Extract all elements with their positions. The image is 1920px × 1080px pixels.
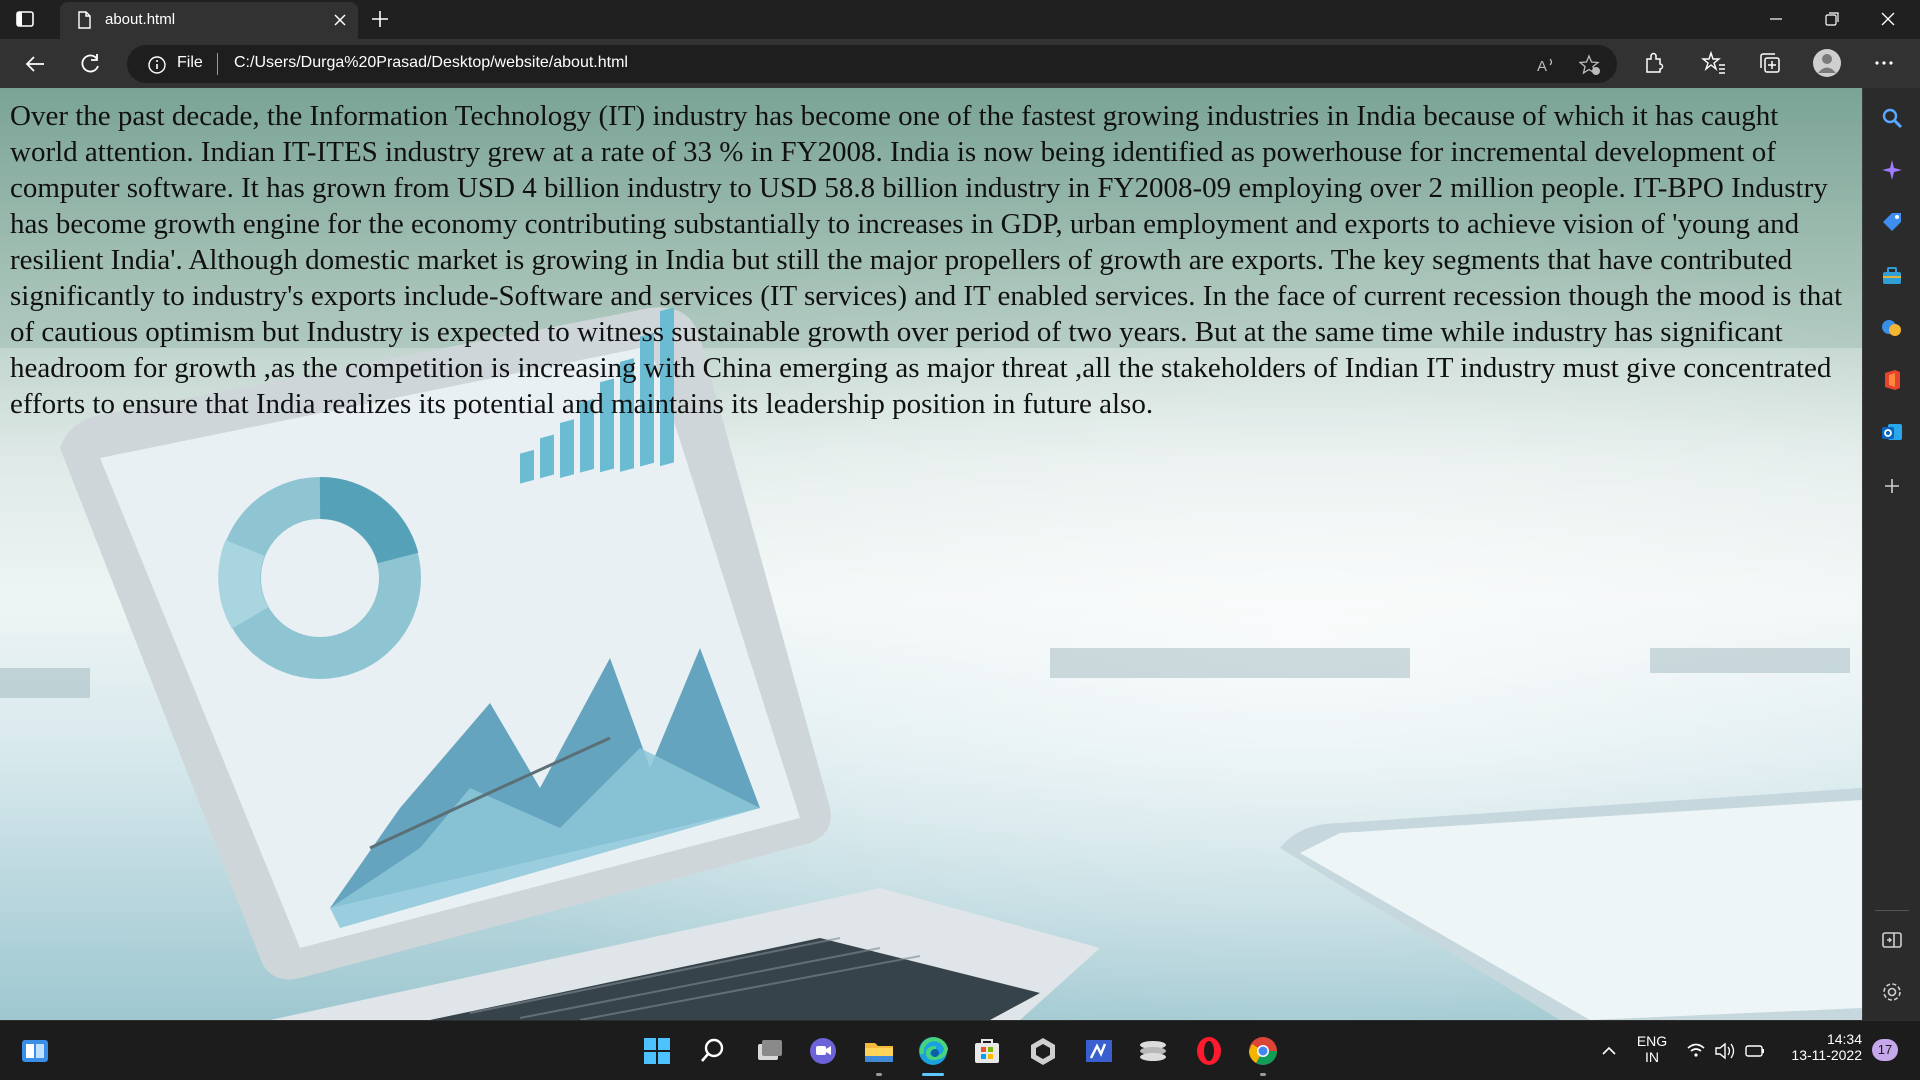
unity-icon[interactable] (1026, 1034, 1060, 1068)
widgets-icon[interactable] (18, 1034, 52, 1068)
minimize-button[interactable] (1748, 0, 1804, 39)
add-icon[interactable] (1880, 474, 1904, 498)
restore-button[interactable] (1804, 0, 1860, 39)
tab-title: about.html (105, 11, 176, 28)
system-tray[interactable] (1684, 1036, 1772, 1066)
region-code: IN (1645, 1049, 1659, 1065)
extensions-icon[interactable] (1640, 49, 1668, 77)
close-window-button[interactable] (1860, 0, 1916, 39)
start-icon[interactable] (640, 1034, 674, 1068)
office-icon[interactable] (1880, 368, 1904, 392)
search-icon[interactable] (696, 1034, 730, 1068)
sidebar-divider (1875, 910, 1909, 911)
new-tab-button[interactable] (368, 7, 392, 31)
url-scheme: File (177, 54, 203, 71)
edge-icon[interactable] (916, 1034, 950, 1068)
tab-strip: about.html (0, 0, 1920, 39)
split-screen-icon[interactable] (1880, 928, 1904, 952)
clock-time: 14:34 (1826, 1031, 1862, 1047)
language-indicator[interactable]: ENG IN (1632, 1033, 1672, 1065)
stack-icon[interactable] (1136, 1034, 1170, 1068)
read-aloud-icon[interactable]: A (1535, 54, 1557, 76)
tools-icon[interactable] (1880, 264, 1904, 288)
navigation-bar: File C:/Users/Durga%20Prasad/Desktop/web… (0, 39, 1920, 88)
settings-icon[interactable] (1880, 980, 1904, 1004)
file-explorer-icon[interactable] (862, 1034, 896, 1068)
notification-badge[interactable]: 17 (1872, 1039, 1898, 1061)
divider (217, 53, 218, 75)
site-info-icon[interactable] (147, 55, 167, 75)
page-viewport: Over the past decade, the Information Te… (0, 88, 1862, 1020)
language-code: ENG (1636, 1033, 1668, 1049)
more-icon[interactable] (1870, 49, 1898, 77)
favorites-icon[interactable] (1700, 49, 1728, 77)
teams-chat-icon[interactable] (806, 1034, 840, 1068)
refresh-button[interactable] (75, 49, 105, 79)
games-icon[interactable] (1880, 316, 1904, 340)
chrome-icon[interactable] (1246, 1034, 1280, 1068)
clock-date: 13-11-2022 (1791, 1047, 1862, 1063)
outlook-icon[interactable] (1880, 420, 1904, 444)
active-app-indicator (922, 1073, 944, 1076)
app-icon[interactable] (1082, 1034, 1116, 1068)
chevron-up-icon[interactable] (1594, 1036, 1624, 1066)
opera-icon[interactable] (1192, 1034, 1226, 1068)
collections-icon[interactable] (1756, 49, 1784, 77)
shopping-icon[interactable] (1880, 210, 1904, 234)
url-text[interactable]: C:/Users/Durga%20Prasad/Desktop/website/… (234, 54, 628, 72)
store-icon[interactable] (970, 1034, 1004, 1068)
profile-icon[interactable] (1812, 48, 1841, 77)
taskbar: ENG IN 14:34 13-11-2022 (0, 1020, 1920, 1080)
tab-actions-icon[interactable] (14, 8, 36, 30)
address-bar[interactable]: File C:/Users/Durga%20Prasad/Desktop/web… (127, 45, 1617, 83)
task-view-icon[interactable] (752, 1034, 786, 1068)
clock[interactable]: 14:34 13-11-2022 (1782, 1031, 1862, 1063)
edge-sidebar (1862, 88, 1920, 1020)
wifi-volume-battery-icon (1687, 1042, 1764, 1060)
close-tab-icon[interactable] (330, 10, 350, 30)
running-indicator (1260, 1073, 1266, 1076)
page-icon (74, 10, 94, 30)
svg-text:A: A (1537, 58, 1547, 75)
about-paragraph: Over the past decade, the Information Te… (10, 100, 1843, 420)
tab-about[interactable]: about.html (60, 2, 358, 39)
back-button[interactable] (20, 49, 50, 79)
running-indicator (876, 1073, 882, 1076)
search-icon[interactable] (1880, 106, 1904, 130)
add-favorite-icon[interactable] (1578, 54, 1601, 76)
copilot-icon[interactable] (1880, 158, 1904, 182)
